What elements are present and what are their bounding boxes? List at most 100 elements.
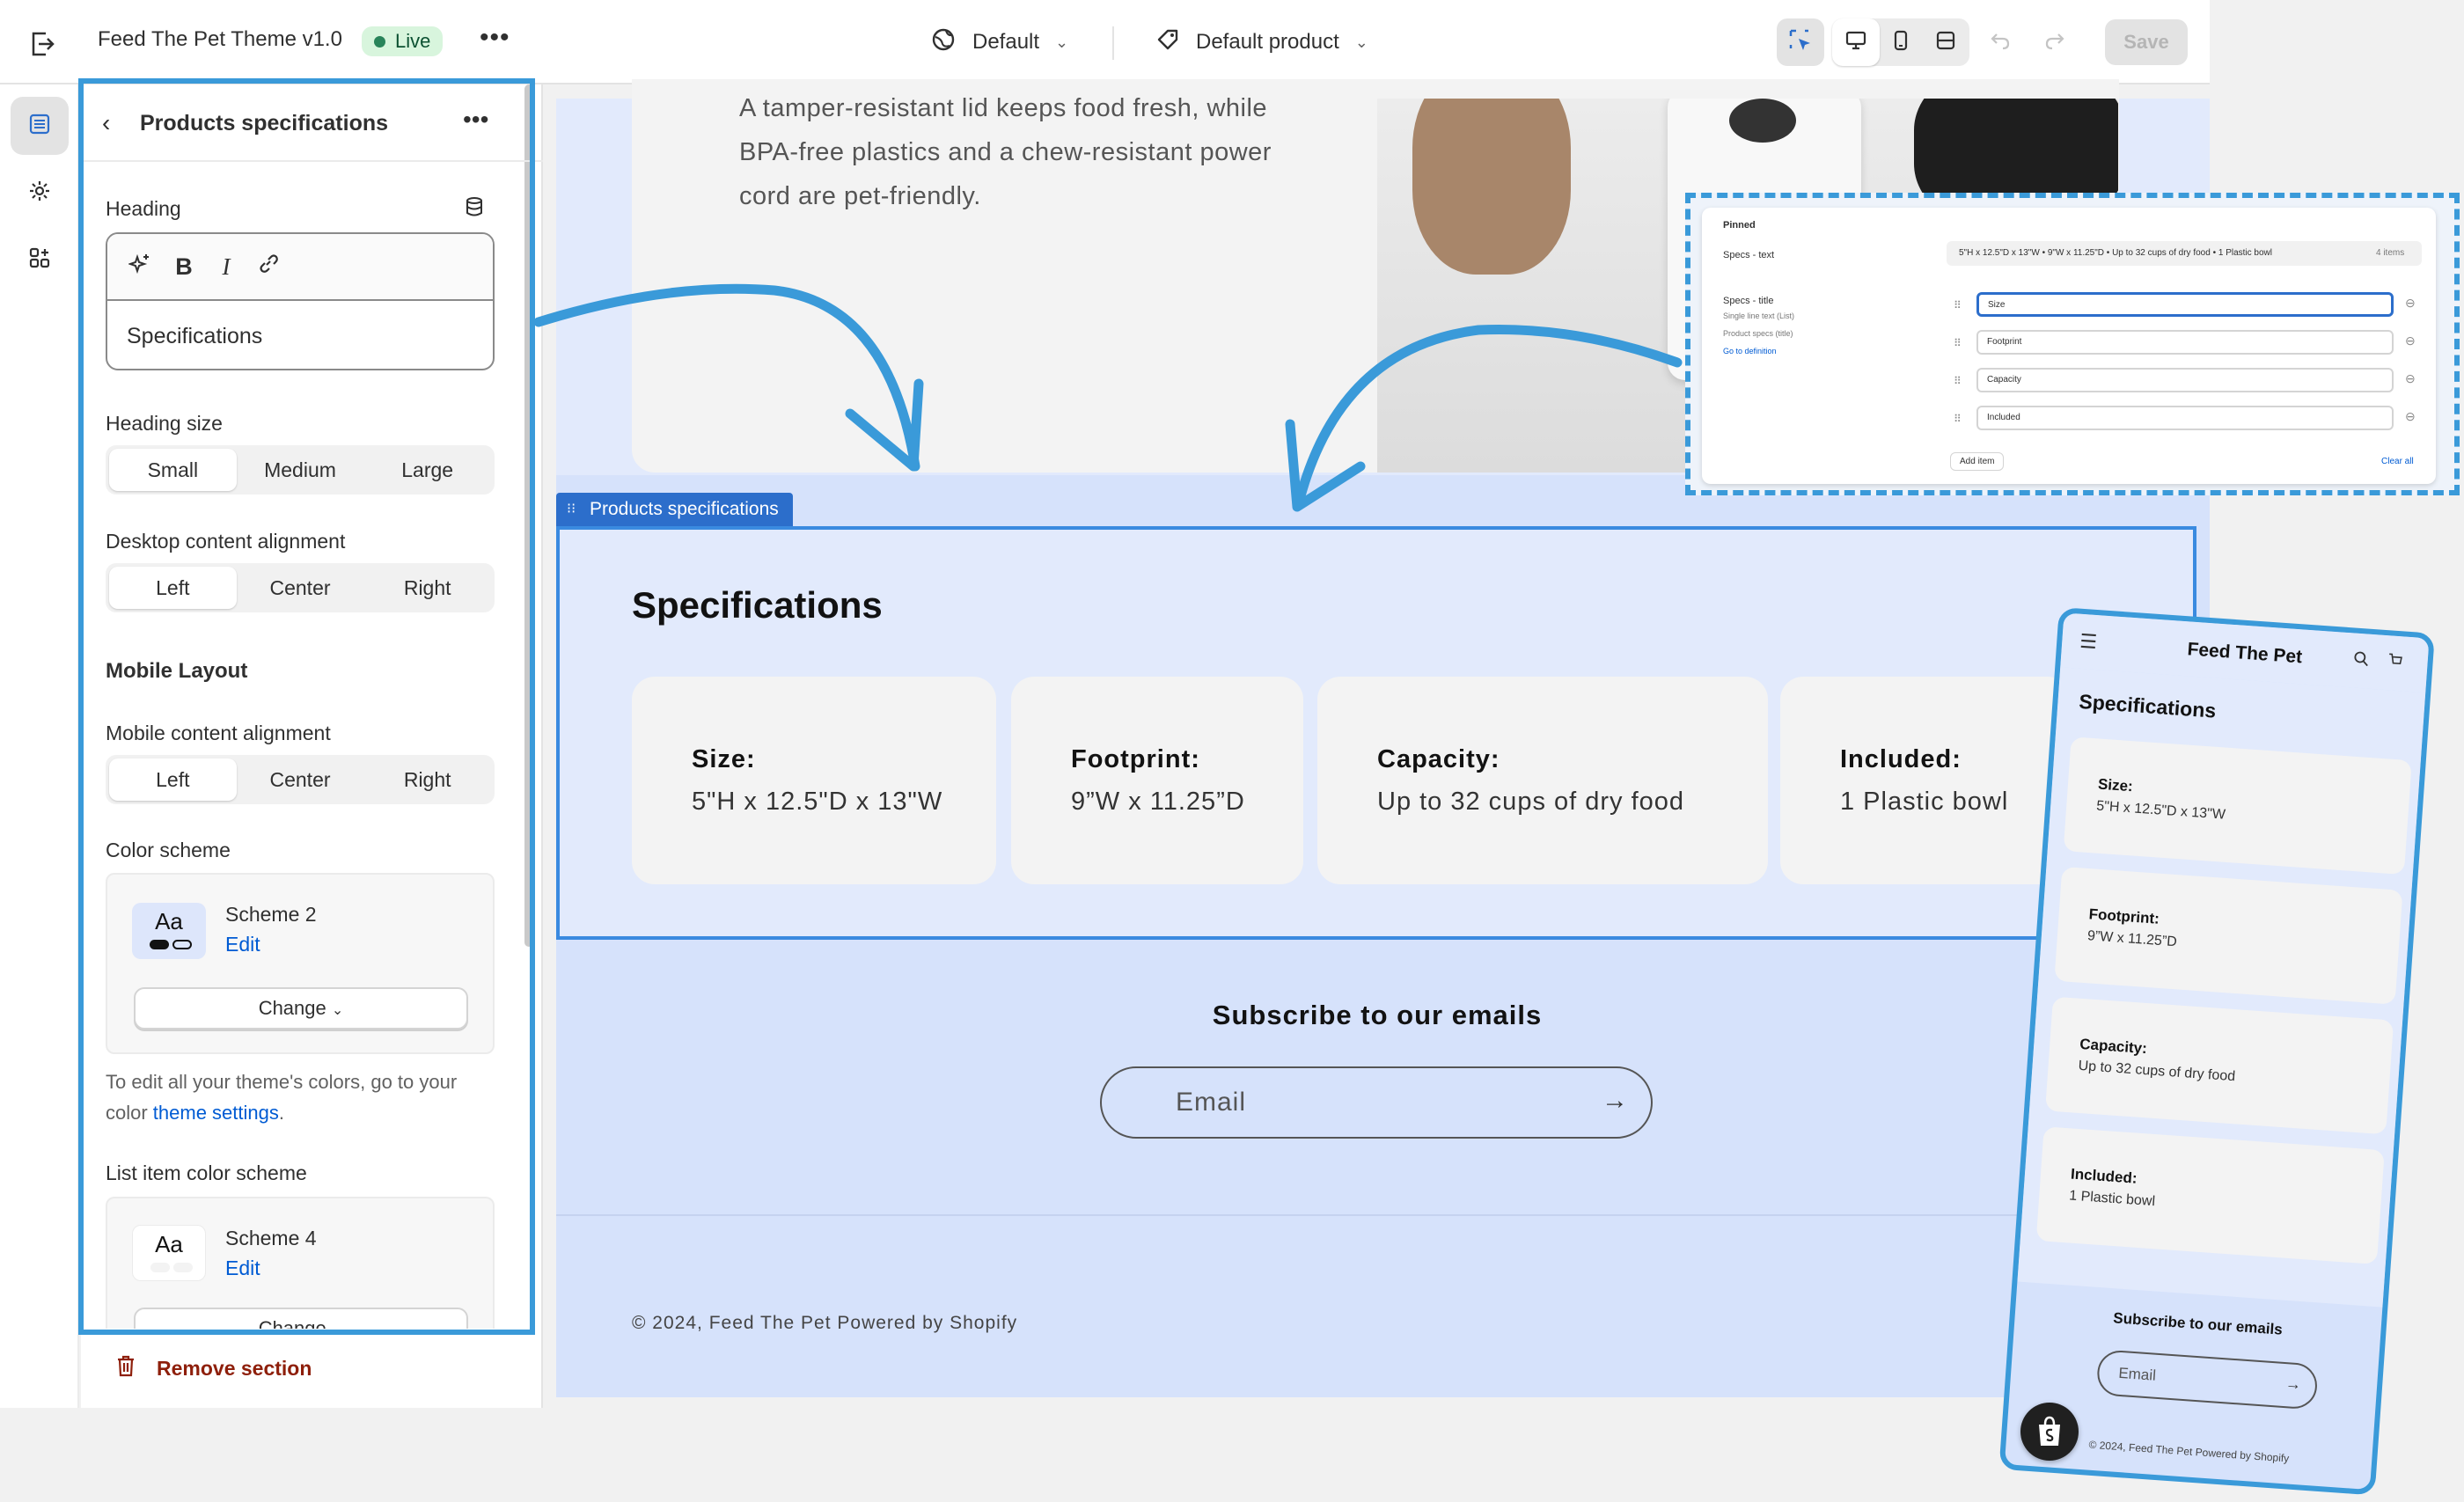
- mobile-spec-card: Footprint: 9”W x 11.25”D: [2054, 866, 2403, 1005]
- remove-item-icon[interactable]: ⊖: [2405, 371, 2416, 386]
- spec-key: Included:: [2070, 1165, 2138, 1187]
- footer-divider: [556, 1214, 2210, 1216]
- go-to-definition-link[interactable]: Go to definition: [1723, 347, 1777, 355]
- arrow-right-icon[interactable]: →: [1602, 1086, 1628, 1116]
- arrow-right-icon[interactable]: →: [2284, 1374, 2301, 1394]
- fullscreen-view-button[interactable]: [1922, 18, 1969, 66]
- desktop-alignment-segmented: Left Center Right: [106, 563, 495, 612]
- theme-name: Feed The Pet Theme v1.0: [98, 27, 342, 51]
- desktop-view-button[interactable]: [1832, 18, 1880, 66]
- section-tag[interactable]: Products specifications: [556, 493, 793, 526]
- apps-rail-button[interactable]: [11, 231, 69, 289]
- desktop-align-right[interactable]: Right: [363, 567, 491, 609]
- italic-icon[interactable]: I: [211, 252, 241, 282]
- swatch-button-dark: [150, 940, 169, 949]
- spec-value: 9”W x 11.25”D: [2086, 928, 2178, 950]
- panel-scrollbar[interactable]: [524, 84, 533, 947]
- swatch-button-light-2: [173, 1263, 193, 1272]
- list-color-scheme-card: Aa Scheme 4 Edit Change ⌄: [106, 1197, 495, 1329]
- desktop-align-center[interactable]: Center: [237, 567, 364, 609]
- spec-key: Size:: [692, 745, 756, 773]
- spec-key: Capacity:: [2079, 1035, 2148, 1058]
- dynamic-source-icon[interactable]: [463, 195, 486, 223]
- ai-sparkle-icon[interactable]: [125, 252, 155, 282]
- specs-title: Specifications: [632, 584, 883, 626]
- spec-card-size: Size: 5"H x 12.5"D x 13"W: [632, 677, 996, 884]
- sections-rail-button[interactable]: [11, 97, 69, 155]
- back-arrow-icon[interactable]: ‹: [102, 109, 110, 137]
- shopify-bag-icon[interactable]: [2020, 1403, 2079, 1461]
- add-item-button[interactable]: Add item: [1950, 452, 2005, 471]
- mobile-view-button[interactable]: [1877, 18, 1925, 66]
- heading-size-medium[interactable]: Medium: [237, 449, 364, 491]
- scheme-edit-link[interactable]: Edit: [225, 933, 260, 956]
- sections-icon: [27, 112, 52, 141]
- remove-section-label: Remove section: [157, 1356, 312, 1380]
- drag-handle-icon[interactable]: ⠿: [1954, 413, 1962, 425]
- chevron-down-icon: ⌄: [1354, 33, 1368, 51]
- remove-item-icon[interactable]: ⊖: [2405, 409, 2416, 424]
- theme-more-button[interactable]: •••: [480, 23, 510, 53]
- cart-icon[interactable]: [2387, 651, 2404, 672]
- cat-figure: [1412, 99, 1571, 275]
- mobile-align-left[interactable]: Left: [109, 758, 237, 801]
- spec-key: Capacity:: [1377, 745, 1500, 773]
- settings-rail-button[interactable]: [11, 164, 69, 222]
- scheme-name: Scheme 2: [225, 903, 317, 926]
- mobile-align-right[interactable]: Right: [363, 758, 491, 801]
- desktop-align-left[interactable]: Left: [109, 567, 237, 609]
- theme-settings-link[interactable]: theme settings: [153, 1102, 279, 1124]
- heading-size-large[interactable]: Large: [363, 449, 491, 491]
- redo-button[interactable]: [2031, 18, 2079, 66]
- remove-item-icon[interactable]: ⊖: [2405, 333, 2416, 348]
- save-button[interactable]: Save: [2105, 19, 2188, 65]
- clear-all-link[interactable]: Clear all: [2381, 457, 2414, 466]
- bold-icon[interactable]: B: [169, 252, 199, 282]
- scheme-4-swatch: Aa: [132, 1225, 206, 1281]
- panel-more-button[interactable]: •••: [463, 106, 488, 134]
- specs-title-desc: Product specs (title): [1723, 329, 1793, 338]
- heading-value[interactable]: Specifications: [127, 324, 262, 349]
- swatch-sample-text: Aa: [155, 1231, 183, 1257]
- remove-item-icon[interactable]: ⊖: [2405, 296, 2416, 311]
- exit-icon[interactable]: [25, 26, 60, 62]
- scheme-change-button[interactable]: Change ⌄: [134, 987, 468, 1029]
- mobile-align-center[interactable]: Center: [237, 758, 364, 801]
- email-placeholder: Email: [1176, 1088, 1247, 1117]
- specs-text-content: 5"H x 12.5"D x 13"W • 9"W x 11.25"D • Up…: [1959, 248, 2272, 258]
- list-item-field[interactable]: Footprint: [1976, 330, 2394, 355]
- specs-text-value[interactable]: 5"H x 12.5"D x 13"W • 9"W x 11.25"D • Up…: [1947, 241, 2422, 266]
- product-selector[interactable]: Default product ⌄: [1155, 23, 1368, 62]
- drag-handle-icon[interactable]: ⠿: [1954, 337, 1962, 349]
- hero-text: A tamper-resistant lid keeps food fresh,…: [739, 94, 1272, 210]
- drag-handle-icon[interactable]: ⠿: [1954, 375, 1962, 387]
- scheme-change-button[interactable]: Change ⌄: [134, 1308, 468, 1329]
- list-item-field[interactable]: Included: [1976, 406, 2394, 430]
- link-icon[interactable]: [253, 252, 283, 282]
- product-label: Default product: [1196, 30, 1339, 54]
- swatch-button-outline: [172, 940, 192, 949]
- list-item-field[interactable]: Size: [1976, 292, 2394, 317]
- template-selector[interactable]: Default ⌄: [930, 23, 1068, 62]
- email-field[interactable]: Email →: [1100, 1066, 1653, 1139]
- drag-handle-icon[interactable]: ⠿: [1954, 299, 1962, 311]
- scheme-edit-link[interactable]: Edit: [225, 1257, 260, 1280]
- topbar-divider: [1112, 26, 1114, 60]
- live-badge: Live: [362, 26, 444, 56]
- spec-key: Included:: [1840, 745, 1962, 773]
- undo-button[interactable]: [1976, 18, 2024, 66]
- spec-key: Size:: [2097, 775, 2134, 795]
- spec-value: 9”W x 11.25”D: [1071, 788, 1245, 816]
- search-icon[interactable]: [2353, 651, 2371, 672]
- specs-text-label: Specs - text: [1723, 250, 1775, 260]
- list-item-field[interactable]: Capacity: [1976, 368, 2394, 392]
- heading-rich-text-editor[interactable]: B I Specifications: [106, 232, 495, 370]
- desktop-alignment-label: Desktop content alignment: [106, 530, 346, 553]
- remove-section-button[interactable]: Remove section: [114, 1353, 312, 1383]
- heading-size-label: Heading size: [106, 412, 223, 435]
- inspector-tool-button[interactable]: [1777, 18, 1824, 66]
- select-cursor-icon: [1787, 27, 1814, 58]
- color-scheme-card: Aa Scheme 2 Edit Change ⌄: [106, 873, 495, 1054]
- mobile-email-field[interactable]: Email →: [2095, 1349, 2319, 1410]
- heading-size-small[interactable]: Small: [109, 449, 237, 491]
